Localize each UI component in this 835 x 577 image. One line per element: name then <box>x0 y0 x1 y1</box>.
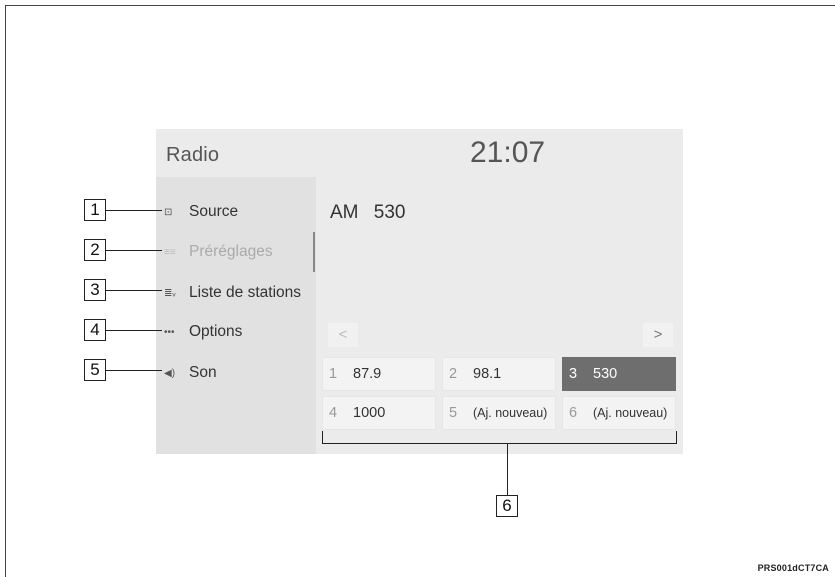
sidebar-item-label: Source <box>189 203 239 220</box>
leader-line-5 <box>106 370 162 371</box>
callout-6: 6 <box>496 495 518 517</box>
preset-button-1[interactable]: 1 87.9 <box>322 357 436 391</box>
sidebar-item-sound[interactable]: ◀) Son <box>164 359 217 387</box>
preset-button-6[interactable]: 6 (Aj. nouveau) <box>562 396 676 430</box>
preset-value: 87.9 <box>353 366 382 382</box>
sidebar-item-label: Options <box>189 323 243 340</box>
page-title: Radio <box>166 144 220 166</box>
preset-button-3[interactable]: 3 530 <box>562 357 676 391</box>
preset-number: 2 <box>449 366 458 382</box>
callout-5: 5 <box>84 359 106 381</box>
preset-number: 3 <box>569 366 578 382</box>
sidebar-item-label: Liste de stations <box>189 284 302 301</box>
figure-code: PRS001dCT7CA <box>757 563 829 573</box>
leader-line-2 <box>106 250 162 251</box>
clock: 21:07 <box>470 136 546 169</box>
preset-value: 530 <box>593 366 618 382</box>
sidebar-item-presets[interactable]: ≡≡ Préréglages <box>164 238 273 266</box>
current-station: AM 530 <box>330 202 405 224</box>
bracket-bottom <box>322 443 677 444</box>
next-page-button[interactable]: > <box>643 323 673 347</box>
prev-page-button[interactable]: < <box>328 323 358 347</box>
preset-button-2[interactable]: 2 98.1 <box>442 357 556 391</box>
preset-value: 98.1 <box>473 366 502 382</box>
sidebar-item-label: Son <box>189 364 217 381</box>
preset-number: 4 <box>329 405 338 421</box>
presets-icon: ≡≡ <box>164 246 176 258</box>
callout-1: 1 <box>84 199 106 221</box>
bracket-right <box>676 431 677 444</box>
options-icon: ••• <box>164 326 175 338</box>
callout-3: 3 <box>84 279 106 301</box>
station-list-icon: ≣ᵥ <box>164 287 176 299</box>
preset-number: 5 <box>449 405 458 421</box>
leader-line-6 <box>507 443 508 495</box>
sidebar-item-source[interactable]: ⊡ Source <box>164 198 238 226</box>
selection-indicator <box>313 232 315 272</box>
callout-2: 2 <box>84 239 106 261</box>
band-label: AM <box>330 202 359 223</box>
preset-value: 1000 <box>353 405 386 421</box>
speaker-icon: ◀) <box>164 367 176 379</box>
preset-button-5[interactable]: 5 (Aj. nouveau) <box>442 396 556 430</box>
leader-line-1 <box>106 210 162 211</box>
sidebar-item-options[interactable]: ••• Options <box>164 318 242 346</box>
frequency-label: 530 <box>373 202 406 223</box>
preset-number: 1 <box>329 366 338 382</box>
callout-4: 4 <box>84 319 106 341</box>
preset-value: (Aj. nouveau) <box>593 406 668 420</box>
leader-line-3 <box>106 290 162 291</box>
preset-value: (Aj. nouveau) <box>473 406 548 420</box>
preset-button-4[interactable]: 4 1000 <box>322 396 436 430</box>
sidebar-item-label: Préréglages <box>189 243 273 260</box>
sidebar-item-station-list[interactable]: ≣ᵥ Liste de stations <box>164 279 301 307</box>
preset-number: 6 <box>569 405 578 421</box>
source-icon: ⊡ <box>164 206 173 218</box>
leader-line-4 <box>106 330 162 331</box>
